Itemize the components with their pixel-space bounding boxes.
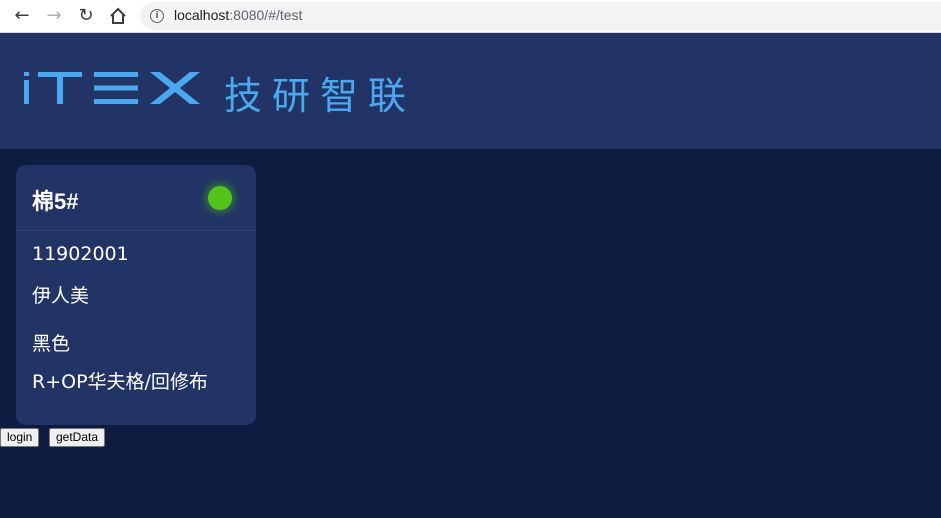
url-text: localhost:8080/#/test (174, 7, 303, 23)
card-header: 棉5# (16, 165, 256, 231)
brand-name: 技研智联 (224, 74, 417, 118)
back-icon[interactable]: ← (10, 5, 34, 27)
info-icon[interactable]: i (150, 9, 164, 23)
machine-name: 棉5# (32, 189, 79, 214)
status-indicator (208, 186, 232, 210)
home-icon[interactable] (106, 5, 130, 27)
address-bar[interactable]: i localhost:8080/#/test (140, 2, 941, 30)
order-number: 11902001 (32, 243, 129, 265)
browser-toolbar: ← → ↻ i localhost:8080/#/test (0, 0, 941, 33)
forward-icon[interactable]: → (42, 5, 66, 27)
fabric-color: 黑色 (32, 333, 71, 355)
customer-name: 伊人美 (32, 285, 90, 307)
get-data-button[interactable]: getData (49, 428, 106, 447)
itex-logo (24, 70, 204, 110)
reload-icon[interactable]: ↻ (74, 5, 98, 27)
machine-card[interactable]: 棉5# 11902001 伊人美 黑色 R+OP华夫格/回修布 (16, 165, 256, 425)
app-header: 技研智联 (0, 33, 941, 149)
fabric-type: R+OP华夫格/回修布 (32, 371, 208, 393)
login-button[interactable]: login (0, 428, 40, 447)
